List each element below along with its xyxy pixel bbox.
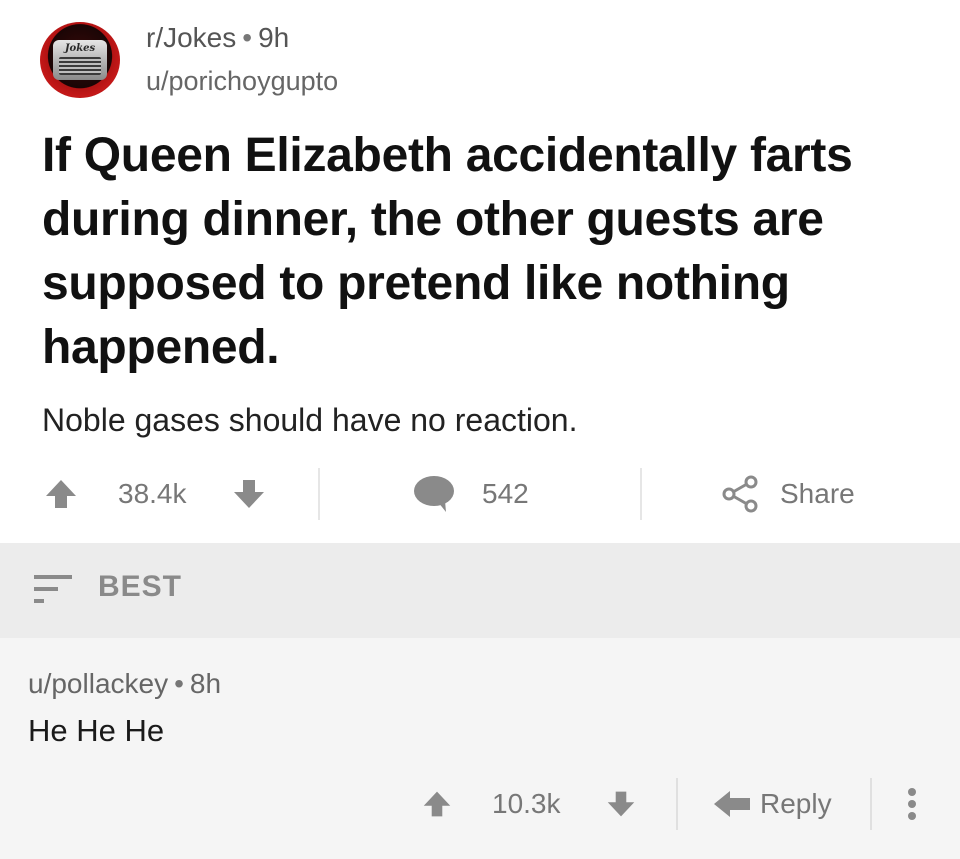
post-age: 9h [258, 22, 290, 53]
upvote-icon [46, 480, 76, 508]
comment-count: 542 [482, 478, 529, 509]
post-author[interactable]: u/porichoygupto [146, 66, 338, 97]
sort-icon [34, 575, 72, 603]
comment-age: 8h [189, 668, 222, 699]
post-meta: r/Jokes • 9h [146, 22, 289, 54]
separator-dot: • [242, 22, 253, 53]
separator-dot: • [174, 668, 184, 699]
subreddit-avatar[interactable]: Jokes [40, 22, 120, 98]
reply-arrow-icon [714, 791, 750, 817]
comment-score: 10.3k [492, 788, 561, 819]
more-vertical-icon [908, 788, 916, 820]
comment-downvote-button[interactable] [606, 776, 636, 832]
upvote-button[interactable] [44, 466, 78, 522]
comment-meta: u/pollackey • 8h [28, 668, 221, 700]
post: Jokes r/Jokes • 9h u/porichoygupto If Quee… [0, 0, 960, 543]
share-label[interactable]: Share [780, 466, 855, 522]
action-divider [318, 468, 320, 520]
avatar-logo-text: Jokes [64, 43, 96, 54]
more-options-button[interactable] [904, 776, 920, 832]
post-body: Noble gases should have no reaction. [42, 402, 578, 438]
comment-author[interactable]: u/pollackey [28, 668, 168, 699]
comments-button[interactable] [412, 466, 456, 522]
downvote-icon [607, 791, 635, 817]
subreddit-link[interactable]: r/Jokes [146, 22, 236, 53]
action-divider [640, 468, 642, 520]
sort-label[interactable]: BEST [98, 570, 182, 604]
comment-action-divider [870, 778, 872, 830]
comment-upvote-button[interactable] [422, 776, 452, 832]
post-title[interactable]: If Queen Elizabeth accidentally farts du… [42, 124, 942, 380]
downvote-button[interactable] [232, 466, 266, 522]
comment-bubble-icon [414, 476, 454, 512]
upvote-icon [423, 791, 451, 817]
comment-body: He He He [28, 713, 165, 748]
reply-button[interactable] [712, 776, 752, 832]
downvote-icon [234, 480, 264, 508]
reply-label[interactable]: Reply [760, 776, 832, 832]
comment-action-divider [676, 778, 678, 830]
radio-logo-icon: Jokes [53, 40, 107, 80]
share-button[interactable] [720, 466, 760, 522]
post-score: 38.4k [118, 478, 187, 509]
share-icon [722, 475, 758, 513]
